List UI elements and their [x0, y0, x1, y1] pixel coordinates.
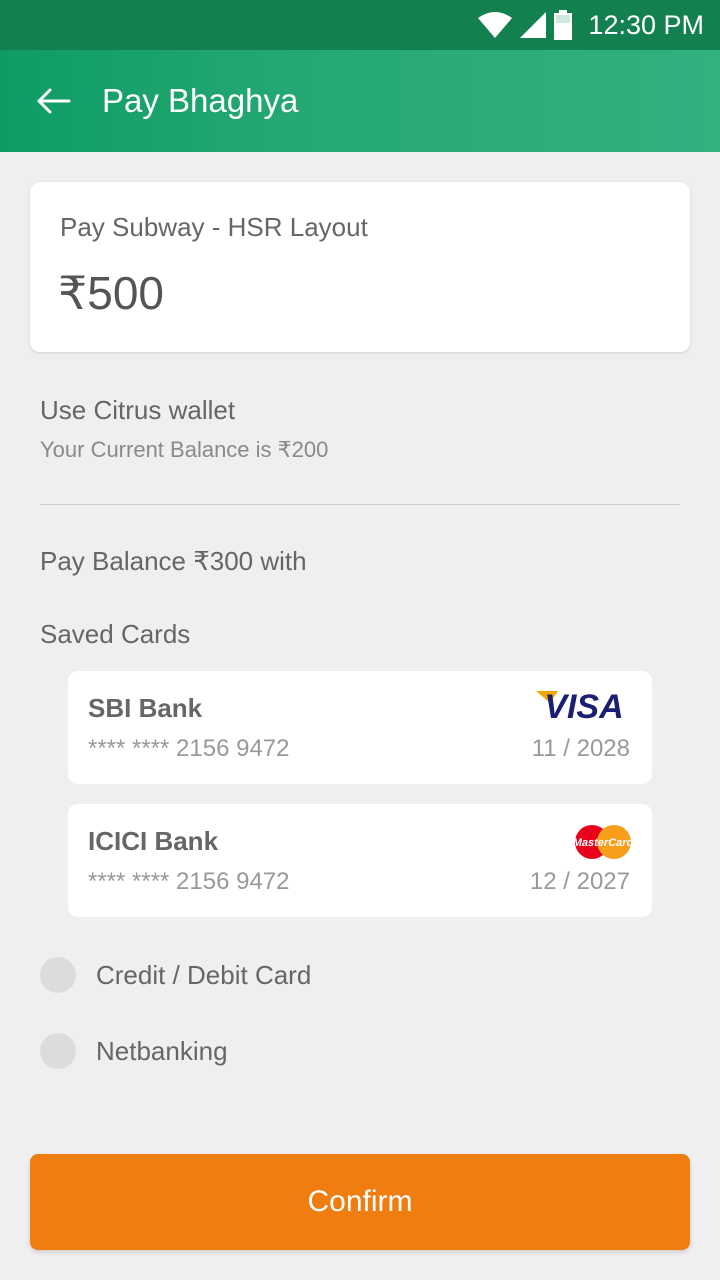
status-icons [478, 10, 573, 40]
mastercard-logo-icon: MasterCard [574, 825, 632, 859]
status-bar: 12:30 PM [0, 0, 720, 50]
bank-name: SBI Bank [88, 693, 203, 723]
back-button[interactable] [30, 77, 78, 125]
wifi-icon [478, 12, 513, 38]
signal-icon [520, 12, 547, 38]
netbanking-option[interactable]: Netbanking [40, 1031, 228, 1071]
card-number: **** **** 2156 9472 [88, 868, 290, 895]
mastercard-logo-text: MasterCard [574, 837, 632, 849]
card-number: **** **** 2156 9472 [88, 735, 290, 762]
saved-card-sbi[interactable]: SBI Bank VISA **** **** 2156 9472 11 / 2… [68, 671, 652, 784]
option-label: Credit / Debit Card [96, 959, 312, 990]
visa-logo-icon: VISA [536, 688, 624, 721]
saved-card-icici[interactable]: ICICI Bank MasterCard **** **** 2156 947… [68, 804, 652, 917]
merchant-card: Pay Subway - HSR Layout ₹500 [30, 182, 690, 352]
radio-button[interactable] [40, 1033, 76, 1069]
radio-button[interactable] [40, 957, 76, 993]
app-bar: Pay Bhaghya [0, 50, 720, 152]
visa-logo-text: VISA [544, 688, 623, 721]
use-wallet-option[interactable]: Use Citrus wallet [40, 395, 235, 426]
card-expiry: 12 / 2027 [529, 868, 630, 895]
page-title: Pay Bhaghya [102, 82, 299, 119]
back-arrow-icon [37, 88, 71, 114]
credit-debit-card-option[interactable]: Credit / Debit Card [40, 955, 311, 995]
pay-balance-label: Pay Balance ₹300 with [40, 546, 307, 576]
option-label: Netbanking [96, 1035, 228, 1066]
wallet-balance: Your Current Balance is ₹200 [40, 437, 329, 462]
bank-name: ICICI Bank [88, 826, 219, 856]
merchant-name: Pay Subway - HSR Layout [60, 212, 368, 242]
confirm-button[interactable]: Confirm [30, 1154, 690, 1250]
card-expiry: 11 / 2028 [531, 735, 630, 762]
battery-icon [554, 10, 573, 40]
saved-cards-heading: Saved Cards [40, 619, 191, 649]
divider [40, 504, 680, 505]
payment-amount: ₹500 [58, 267, 165, 319]
status-time: 12:30 PM [588, 9, 704, 40]
